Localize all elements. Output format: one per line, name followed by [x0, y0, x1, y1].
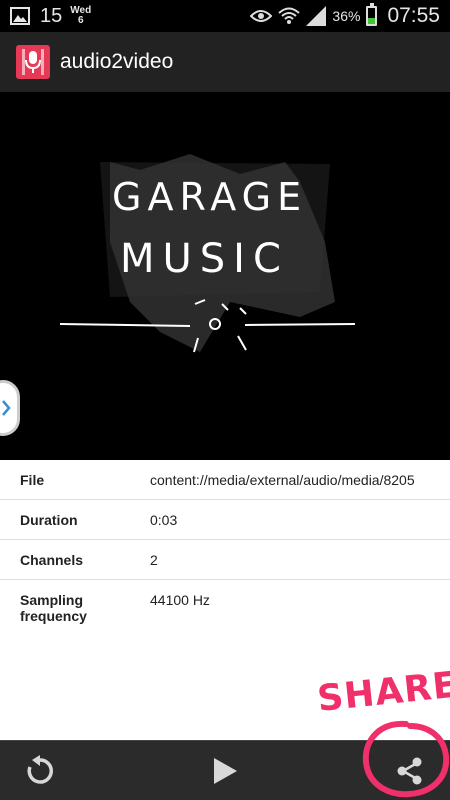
info-value: 0:03 — [150, 512, 178, 528]
garage-music-drawing: GARAGE MUSIC — [59, 154, 356, 353]
bottom-toolbar — [0, 740, 450, 800]
audio-info-panel: File content://media/external/audio/medi… — [0, 460, 450, 740]
wifi-icon — [278, 7, 301, 24]
battery-percent: 36% — [332, 8, 361, 24]
info-value: content://media/external/audio/media/820… — [150, 472, 415, 488]
image-icon — [10, 7, 30, 25]
status-day: 15 — [40, 5, 63, 27]
replay-icon — [27, 755, 53, 784]
status-left: 15 Wed 6 — [10, 4, 91, 28]
info-value: 44100 Hz — [150, 592, 210, 608]
status-weekday-num: 6 — [77, 15, 84, 26]
share-icon — [397, 757, 422, 785]
info-row-sampling: Sampling frequency 44100 Hz — [0, 580, 450, 640]
play-icon — [214, 758, 237, 784]
info-label: Duration — [20, 512, 78, 528]
info-row-file: File content://media/external/audio/medi… — [0, 460, 450, 500]
chevron-right-icon — [2, 400, 11, 416]
share-annotation-text: SHARE — [315, 664, 450, 720]
status-bar: 15 Wed 6 36% 07:55 — [0, 0, 450, 32]
info-label: File — [20, 472, 45, 488]
status-time: 07:55 — [387, 4, 440, 27]
action-bar: audio2video — [0, 32, 450, 92]
battery-icon — [366, 3, 378, 26]
artwork-line2: MUSIC — [120, 236, 289, 282]
app-title: audio2video — [60, 50, 174, 73]
drawer-handle[interactable] — [0, 380, 20, 436]
info-label: Channels — [20, 552, 84, 568]
play-button[interactable] — [185, 741, 265, 800]
share-annotation: SHARE — [315, 664, 450, 720]
info-row-duration: Duration 0:03 — [0, 500, 450, 540]
signal-icon — [306, 6, 327, 26]
info-label: Sampling frequency — [20, 592, 87, 624]
status-weekday: Wed 6 — [70, 6, 91, 26]
eye-icon — [250, 10, 273, 22]
microphone-icon — [16, 45, 50, 79]
status-right: 36% 07:55 — [250, 3, 440, 28]
album-artwork: GARAGE MUSIC — [0, 92, 450, 460]
info-row-channels: Channels 2 — [0, 540, 450, 580]
share-button[interactable] — [370, 741, 450, 800]
replay-button[interactable] — [0, 741, 80, 800]
info-value: 2 — [150, 552, 158, 568]
artwork-line1: GARAGE — [112, 175, 307, 219]
